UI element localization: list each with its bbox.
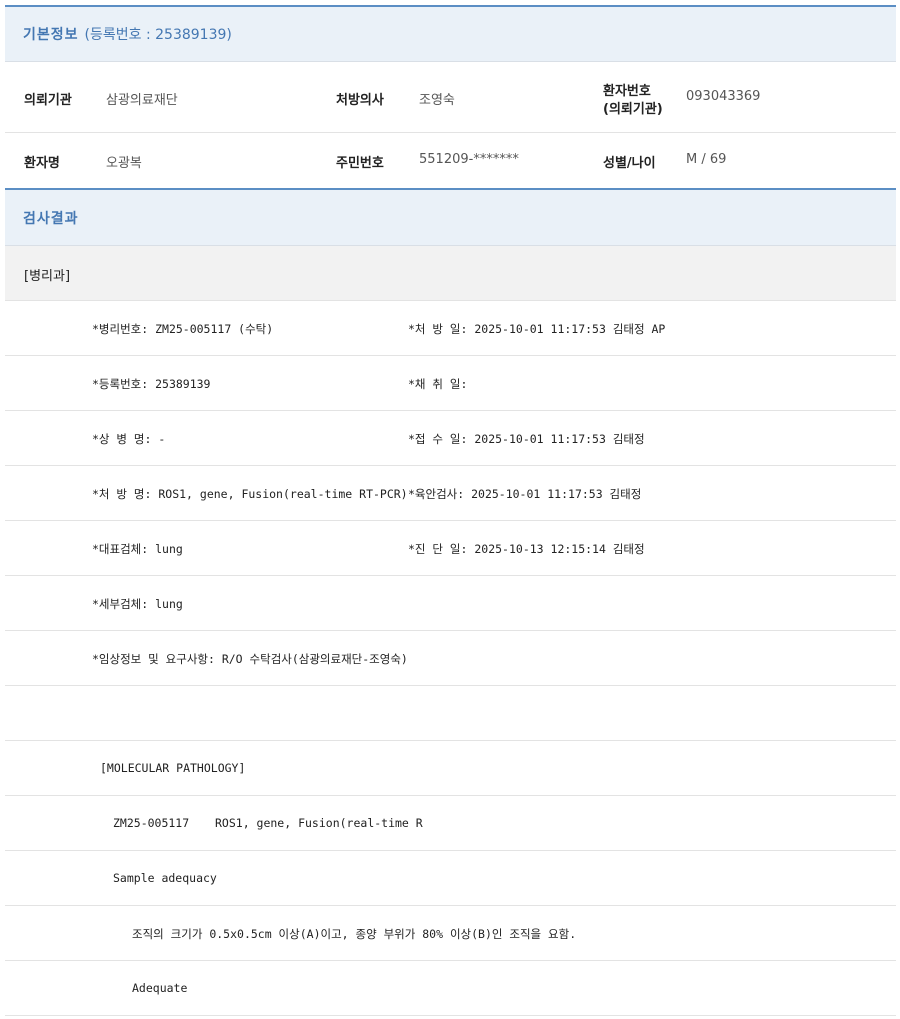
- result-right: *육안검사: 2025-10-01 11:17:53 김태정: [408, 487, 642, 501]
- result-left: *처 방 명: ROS1, gene, Fusion(real-time RT-…: [92, 487, 408, 501]
- result-row: *처 방 명: ROS1, gene, Fusion(real-time RT-…: [5, 466, 896, 521]
- result-left: *임상정보 및 요구사항: R/O 수탁검사(삼광의료재단-조영숙): [92, 652, 408, 666]
- result-row: *임상정보 및 요구사항: R/O 수탁검사(삼광의료재단-조영숙): [5, 631, 896, 686]
- sex-age-value: M / 69: [686, 152, 727, 167]
- patient-no-value: 093043369: [686, 89, 761, 104]
- criteria-row: 조직의 크기가 0.5x0.5cm 이상(A)이고, 종양 부위가 80% 이상…: [5, 906, 896, 961]
- result-left: *상 병 명: -: [92, 432, 166, 446]
- result-left: *대표검체: lung: [92, 542, 183, 556]
- result-row: *상 병 명: - *접 수 일: 2025-10-01 11:17:53 김태…: [5, 411, 896, 466]
- institution-value: 삼광의료재단: [106, 93, 178, 108]
- molecular-case-no: ZM25-005117: [113, 816, 190, 830]
- resident-no-value: 551209-*******: [419, 152, 519, 167]
- info-row-patient: 환자명 오광복 주민번호 551209-******* 성별/나이 M / 69: [5, 133, 896, 189]
- adequacy-value: Adequate: [132, 981, 188, 995]
- result-left: *병리번호: ZM25-005117 (수탁): [92, 322, 274, 336]
- adequacy-label-row: Sample adequacy: [5, 851, 896, 906]
- result-right: *접 수 일: 2025-10-01 11:17:53 김태정: [408, 432, 645, 446]
- result-row-empty: [5, 686, 896, 741]
- patient-no-label-2: (의뢰기관): [603, 102, 663, 117]
- result-left: *세부검체: lung: [92, 597, 183, 611]
- department-label: [병리과]: [24, 269, 71, 284]
- adequacy-label: Sample adequacy: [113, 871, 217, 885]
- molecular-case-row: ZM25-005117 ROS1, gene, Fusion(real-time…: [5, 796, 896, 851]
- result-right: *채 취 일:: [408, 377, 468, 391]
- patient-name-label: 환자명: [24, 156, 60, 171]
- registration-number: (등록번호 : 25389139): [84, 27, 232, 43]
- institution-label: 의뢰기관: [24, 93, 72, 108]
- result-row: *세부검체: lung: [5, 576, 896, 631]
- molecular-test-name: ROS1, gene, Fusion(real-time R: [215, 816, 423, 830]
- result-row: *등록번호: 25389139 *채 취 일:: [5, 356, 896, 411]
- molecular-header: [MOLECULAR PATHOLOGY]: [100, 761, 246, 775]
- adequacy-value-row: Adequate: [5, 961, 896, 1016]
- result-right: *진 단 일: 2025-10-13 12:15:14 김태정: [408, 542, 645, 556]
- basic-info-title: 기본정보: [23, 27, 79, 43]
- result-right: *처 방 일: 2025-10-01 11:17:53 김태정 AP: [408, 322, 666, 336]
- resident-no-label: 주민번호: [336, 156, 384, 171]
- results-header: 검사결과: [5, 188, 896, 246]
- results-title: 검사결과: [23, 210, 79, 227]
- patient-name-value: 오광복: [106, 156, 142, 171]
- info-row-institution: 의뢰기관 삼광의료재단 처방의사 조영숙 환자번호 (의뢰기관) 0930433…: [5, 62, 896, 133]
- result-row: *대표검체: lung *진 단 일: 2025-10-13 12:15:14 …: [5, 521, 896, 576]
- sex-age-label: 성별/나이: [603, 156, 656, 171]
- doctor-label: 처방의사: [336, 93, 384, 108]
- result-row: *병리번호: ZM25-005117 (수탁) *처 방 일: 2025-10-…: [5, 301, 896, 356]
- molecular-header-row: [MOLECULAR PATHOLOGY]: [5, 741, 896, 796]
- basic-info-header: 기본정보 (등록번호 : 25389139): [5, 5, 896, 62]
- result-left: *등록번호: 25389139: [92, 377, 211, 391]
- doctor-value: 조영숙: [419, 93, 455, 108]
- patient-no-label-1: 환자번호: [603, 84, 651, 99]
- department-row: [병리과]: [5, 246, 896, 301]
- adequacy-criteria: 조직의 크기가 0.5x0.5cm 이상(A)이고, 종양 부위가 80% 이상…: [132, 927, 577, 941]
